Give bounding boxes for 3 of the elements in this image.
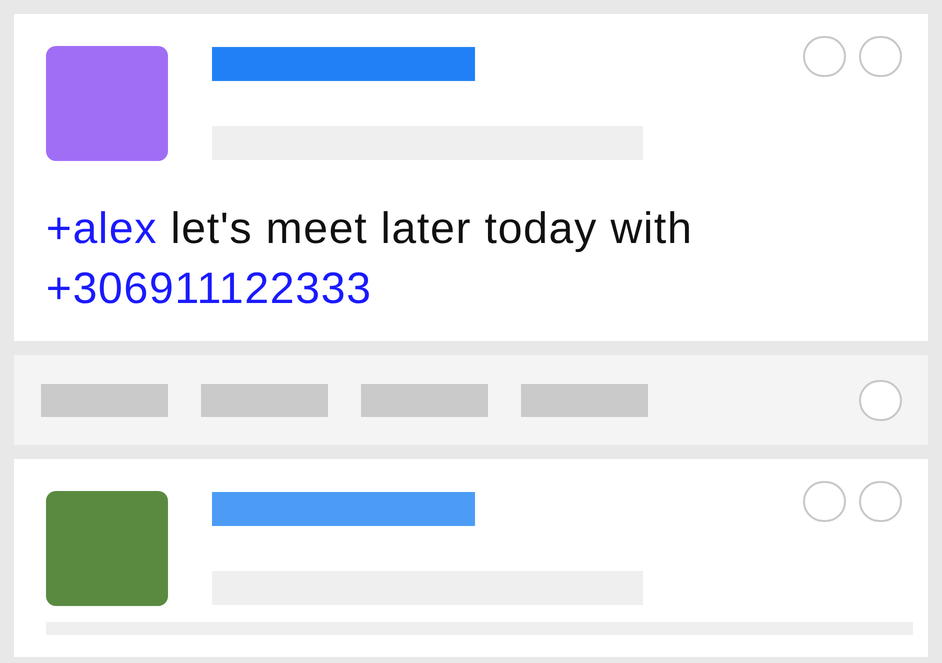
message-text: +alex let's meet later today with +306911122333 [46, 203, 694, 315]
mention-link[interactable]: +alex [46, 204, 171, 253]
phone-link[interactable]: +306911122333 [46, 264, 372, 313]
